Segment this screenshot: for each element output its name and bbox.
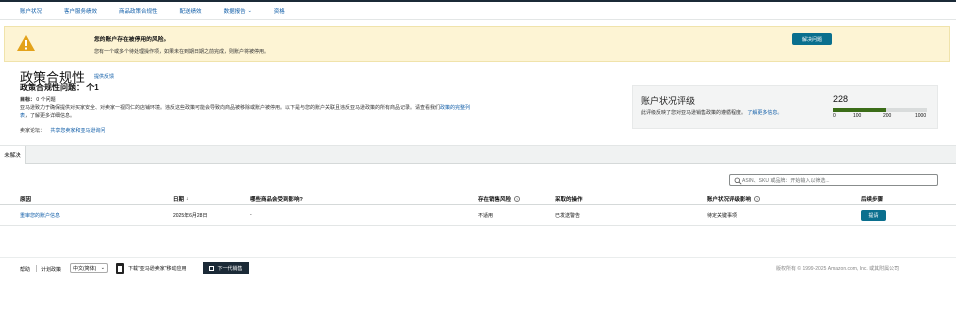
header-impact[interactable]: 账户状况评级影响 ? [707, 195, 761, 203]
health-score: 228 [833, 94, 849, 104]
nav-customer-service[interactable]: 客户服务绩效 [64, 7, 97, 15]
policy-description: 亚马逊致力于确保提供对买家安全、对卖家一视同仁的店铺环境。违反这些政策可能会导致… [20, 104, 480, 120]
nav-policy-compliance[interactable]: 商品政策合规性 [119, 7, 158, 15]
description-text: 亚马逊致力于确保提供对买家安全、对卖家一视同仁的店铺环境。违反这些政策可能会导致… [20, 105, 441, 111]
external-link-icon [209, 265, 215, 271]
footer: 帮助 计划政策 中文(简体) ⌄ 下载"亚马逊卖家"移动应用 下一代销售 版权所… [0, 257, 956, 277]
target-label: 目标： [20, 97, 36, 103]
mobile-app-link[interactable]: 下载"亚马逊卖家"移动应用 [116, 263, 187, 274]
header-reason[interactable]: 原因 [20, 195, 31, 203]
scale-tick-100: 100 [853, 113, 862, 119]
header-date-label: 日期 [173, 197, 185, 203]
row-date: 2025年6月28日 [173, 213, 208, 219]
search-box[interactable] [729, 174, 938, 186]
nav-account-health[interactable]: 账户状况 [20, 7, 42, 15]
forum-link[interactable]: 共享您卖家和亚马逊询问 [50, 128, 105, 134]
header-affected[interactable]: 哪些商品会受到影响? [250, 195, 303, 203]
table-row: 重审您的账户信息 2025年6月28日 - 不适用 已发送警告 待定关键事项 提… [0, 205, 956, 226]
help-icon[interactable]: ? [754, 196, 761, 202]
feedback-link[interactable]: 提供反馈 [94, 73, 114, 80]
health-learn-more-link[interactable]: 了解更多信息。 [747, 110, 782, 116]
header-sales-risk-label: 存在销售风险 [478, 197, 512, 203]
footer-help-link[interactable]: 帮助 [20, 266, 30, 273]
language-select[interactable]: 中文(简体) ⌄ [70, 263, 108, 273]
search-icon [734, 177, 742, 185]
language-value: 中文(简体) [73, 265, 97, 272]
target-value: 0 个问题 [36, 97, 56, 103]
sort-arrow-icon: ↓ [186, 196, 189, 202]
account-health-card: 账户状况评级 此评级反映了您对亚马逊销售政策的遵循程度。 了解更多信息。 228… [632, 85, 938, 129]
warning-banner: 您的账户存在被停用的风险。 您有一个或多个待处理操作项，如果未在到期日期之前完成… [4, 26, 950, 62]
health-score-fill [833, 108, 887, 112]
alert-title: 您的账户存在被停用的风险。 [94, 37, 170, 43]
resolve-issue-button[interactable]: 解决问题 [792, 33, 832, 45]
nav-eligibility[interactable]: 资格 [274, 7, 285, 15]
seller-forum: 卖家论坛： 共享您卖家和亚马逊询问 [20, 127, 105, 134]
next-gen-label: 下一代销售 [217, 265, 243, 272]
phone-icon [116, 263, 124, 274]
health-scale: 0 100 200 1000 [833, 113, 929, 121]
health-title: 账户状况评级 [641, 96, 696, 106]
target-line: 目标： 0 个问题 [20, 96, 56, 103]
row-sales-risk: 不适用 [478, 213, 494, 219]
scale-tick-1000: 1000 [915, 113, 927, 119]
row-impact: 待定关键事项 [707, 213, 738, 219]
search-input[interactable] [742, 176, 934, 185]
copyright: 版权所有 © 1999-2025 Amazon.com, Inc. 或其附属公司 [776, 266, 900, 272]
footer-policy-link[interactable]: 计划政策 [41, 266, 61, 273]
row-reason-link[interactable]: 重审您的账户信息 [20, 212, 60, 219]
nav-shipping-performance[interactable]: 配送绩效 [180, 7, 202, 15]
health-score-bar [833, 108, 927, 112]
nav-data-reports[interactable]: 数据报告 ⌄ [224, 7, 252, 15]
header-impact-label: 账户状况评级影响 [707, 197, 752, 203]
issues-count: 政策合规性问题： 个1 [20, 83, 99, 92]
table-header: 原因 日期 ↓ 哪些商品会受到影响? 存在销售风险 ? 采取的操作 账户状况评级… [0, 192, 956, 205]
forum-label: 卖家论坛： [20, 128, 46, 134]
health-description: 此评级反映了您对亚马逊销售政策的遵循程度。 了解更多信息。 [641, 110, 791, 117]
row-action: 已发送警告 [555, 213, 581, 219]
nav-data-reports-label: 数据报告 [223, 8, 246, 15]
help-icon[interactable]: ? [514, 196, 521, 202]
header-next-step: 后续步骤 [861, 197, 884, 203]
description-suffix: ，了解更多详细信息。 [25, 113, 76, 119]
warning-icon [17, 35, 35, 51]
tab-bar: 未解决 [0, 145, 956, 164]
header-sales-risk[interactable]: 存在销售风险 ? [478, 195, 521, 203]
header-date[interactable]: 日期 ↓ [173, 195, 189, 203]
next-gen-selling-button[interactable]: 下一代销售 [203, 262, 249, 274]
health-desc-text: 此评级反映了您对亚马逊销售政策的遵循程度。 [641, 110, 747, 116]
appeal-button[interactable]: 提请 [861, 210, 886, 221]
header-action[interactable]: 采取的操作 [555, 195, 583, 203]
footer-divider [36, 265, 37, 272]
scale-tick-200: 200 [883, 113, 892, 119]
scale-tick-0: 0 [833, 113, 836, 119]
chevron-down-icon: ⌄ [100, 265, 105, 271]
tab-unresolved[interactable]: 未解决 [0, 146, 26, 164]
chevron-down-icon: ⌄ [247, 7, 252, 14]
row-affected: - [250, 212, 252, 218]
alert-text: 您有一个或多个待处理操作项，如果未在到期日期之前完成，则账户将被停用。 [94, 49, 270, 55]
mobile-app-label: 下载"亚马逊卖家"移动应用 [128, 266, 187, 272]
top-nav: 账户状况 客户服务绩效 商品政策合规性 配送绩效 数据报告 ⌄ 资格 [0, 2, 956, 20]
